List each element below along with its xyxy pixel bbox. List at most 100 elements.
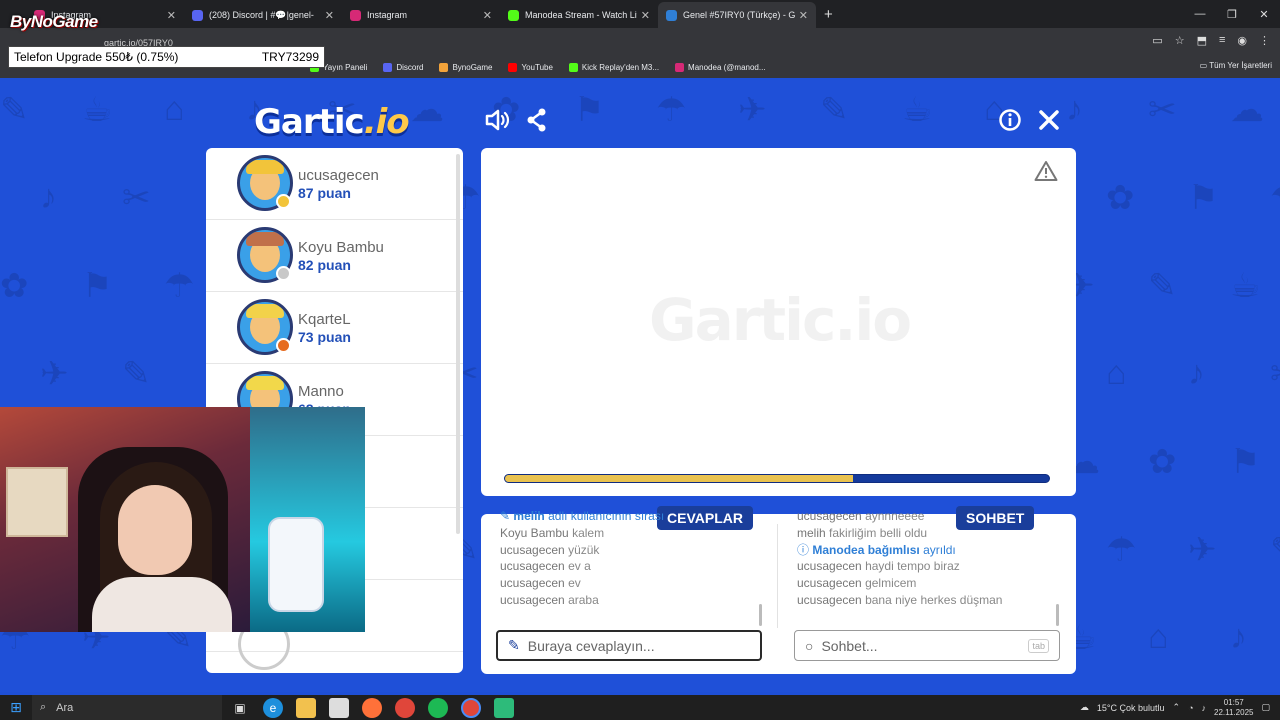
doodle-icon: ☕ (82, 91, 113, 129)
drawing-canvas[interactable]: Gartic.io (481, 148, 1076, 496)
notifications-icon[interactable]: ▢ (1261, 702, 1270, 713)
message-text: araba (568, 592, 599, 607)
firefox-icon[interactable] (362, 697, 382, 718)
message-user: ucusagecen (797, 576, 862, 591)
browser-tab[interactable]: Genel #57IRY0 (Türkçe) - Gartic ✕ (658, 2, 816, 28)
app-icon[interactable] (494, 697, 514, 718)
logo-suffix: .io (363, 102, 410, 142)
answers-tab[interactable]: CEVAPLAR (657, 506, 753, 530)
doodle-icon: ☂ (1106, 531, 1137, 569)
system-message: ⓘ Manodea bağımlısı ayrıldı (797, 542, 1002, 559)
message-text: ev a (568, 559, 591, 574)
doodle-icon: ✂ (122, 179, 151, 217)
file-explorer-icon[interactable] (296, 697, 316, 718)
doodle-icon: ☂ (656, 91, 687, 129)
close-icon[interactable] (1038, 108, 1060, 137)
doodle-icon: ⚑ (574, 91, 605, 129)
doodle-icon: ⚑ (1188, 179, 1219, 217)
tab-key-hint: tab (1028, 638, 1049, 653)
message-text: aynnneeee (865, 509, 925, 523)
search-icon: ⌕ (40, 701, 47, 713)
message-text: bana niye herkes düşman (865, 592, 1003, 607)
message-user: melih (513, 509, 545, 523)
task-view-icon[interactable]: ▣ (230, 698, 250, 718)
windows-start-icon[interactable]: ⊞ (0, 695, 32, 720)
bookmark-star-icon[interactable]: ☆ (1175, 34, 1185, 47)
chrome-icon[interactable] (395, 697, 415, 718)
avatar-hat (246, 232, 284, 246)
browser-tab[interactable]: (208) Discord | #💬|genel- ✕ (184, 2, 342, 28)
minimize-icon[interactable]: — (1184, 0, 1216, 28)
answers-log: ✎ melih adlı kullanıcının sırası Koyu Bam… (500, 508, 664, 609)
bookmark-item[interactable]: Manodea (@manod... (675, 62, 766, 72)
tab-close-icon[interactable]: ✕ (641, 9, 650, 22)
weather-icon: ☁ (1079, 702, 1089, 712)
player-rows: ucusagecen 87 puan Koyu Bambu 82 puan Kqarte… (206, 148, 463, 436)
store-icon[interactable] (329, 697, 349, 718)
window-controls: — ❐ ✕ (1184, 0, 1280, 28)
close-window-icon[interactable]: ✕ (1248, 0, 1280, 28)
sound-icon[interactable] (485, 108, 511, 137)
doodle-icon: ⌂ (1106, 354, 1127, 392)
tab-close-icon[interactable]: ✕ (799, 9, 808, 22)
cast-icon[interactable]: ▭ (1152, 34, 1162, 47)
answers-scrollbar[interactable] (759, 604, 762, 626)
report-warning-icon[interactable] (1034, 160, 1058, 189)
profile-icon[interactable]: ◉ (1237, 34, 1247, 47)
player-status-dot (276, 266, 291, 281)
player-row[interactable]: Koyu Bambu 82 puan (206, 220, 463, 292)
address-bar-icons: ▭ ☆ ⬒ ≡ ◉ ⋮ (1152, 34, 1270, 47)
menu-icon[interactable]: ⋮ (1259, 34, 1270, 47)
doodle-icon: ✿ (0, 267, 29, 305)
webcam-streamer-face (118, 485, 192, 575)
browser-tab[interactable]: Manodea Stream - Watch Live o ✕ (500, 2, 658, 28)
bookmark-item[interactable]: Kick Replay'den M3... (568, 62, 659, 72)
doodle-icon: ⌂ (1148, 618, 1169, 656)
clock[interactable]: 01:57 22.11.2025 (1214, 698, 1253, 718)
chat-input[interactable]: ○ Sohbet... tab (794, 630, 1060, 661)
gartic-logo: Gartic.io (254, 102, 410, 142)
doodle-icon: ✎ (1270, 530, 1280, 570)
taskbar-search[interactable]: ⌕ Ara (32, 695, 222, 720)
doodle-icon: ✎ (820, 91, 849, 129)
chat-search-icon: ○ (805, 637, 814, 654)
doodle-icon: ⌂ (164, 90, 185, 128)
media-icon[interactable]: ≡ (1219, 34, 1225, 47)
player-row[interactable]: ucusagecen 87 puan (206, 148, 463, 220)
tray-chevron-icon[interactable]: ⌃ (1173, 702, 1181, 713)
tab-strip: Instagram ✕ (208) Discord | #💬|genel- ✕ Inst… (26, 2, 816, 28)
tab-close-icon[interactable]: ✕ (325, 9, 334, 22)
browser-tab[interactable]: Instagram ✕ (342, 2, 500, 28)
doodle-icon: ☂ (1270, 178, 1280, 218)
bookmark-item[interactable]: Discord (383, 62, 423, 72)
windows-taskbar: ⊞ ⌕ Ara ▣ e ☁ 15°C Çok bulutlu ⌃ ◔ ♪ 01:… (0, 695, 1280, 720)
tab-close-icon[interactable]: ✕ (483, 9, 492, 22)
all-bookmarks[interactable]: ▭ Tüm Yer İşaretleri (1200, 61, 1272, 70)
bookmark-icon (439, 62, 449, 72)
edge-icon[interactable]: e (263, 697, 283, 718)
volume-icon[interactable]: ♪ (1202, 703, 1207, 713)
doodle-icon: ☕ (1230, 267, 1261, 305)
spotify-icon[interactable] (428, 697, 448, 718)
answer-input[interactable]: ✎ Buraya cevaplayın... (496, 630, 762, 661)
chat-message: ucusagecen yüzük (500, 542, 664, 559)
player-name: ucusagecen (298, 167, 379, 184)
weather-text[interactable]: 15°C Çok bulutlu (1097, 703, 1165, 713)
chat-scrollbar[interactable] (1056, 604, 1059, 626)
tab-close-icon[interactable]: ✕ (167, 9, 176, 22)
time: 01:57 (1223, 697, 1244, 707)
player-row[interactable]: KqarteL 73 puan (206, 292, 463, 364)
bookmark-item[interactable]: BynoGame (439, 62, 492, 72)
share-icon[interactable] (526, 108, 548, 137)
doodle-icon: ✿ (1148, 443, 1177, 481)
restore-icon[interactable]: ❐ (1216, 0, 1248, 28)
wifi-icon[interactable]: ◔ (1188, 703, 1193, 713)
info-icon[interactable] (998, 108, 1022, 137)
player-score: 87 puan (298, 185, 351, 201)
player-list-scrollbar[interactable] (456, 154, 460, 534)
bookmark-item[interactable]: YouTube (508, 62, 553, 72)
chrome-active-icon[interactable] (461, 697, 481, 718)
new-tab-button[interactable]: + (816, 2, 841, 28)
system-icon: ✎ (500, 509, 511, 523)
extensions-icon[interactable]: ⬒ (1197, 34, 1207, 47)
